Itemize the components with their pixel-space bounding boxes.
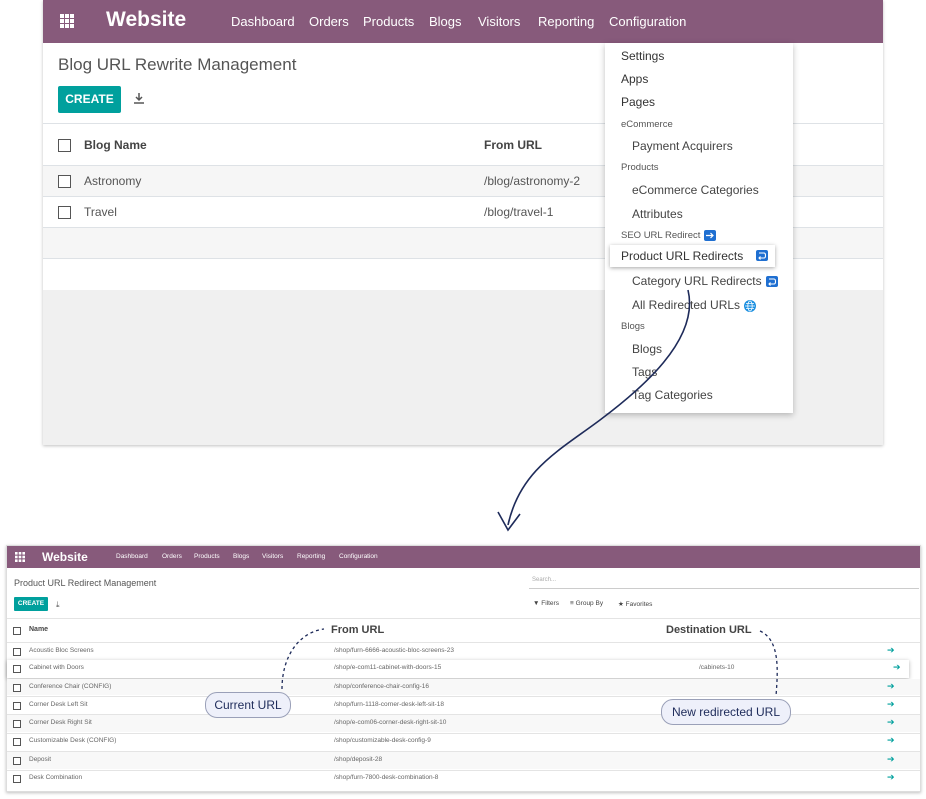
dotted-pointer-destination-url: [759, 630, 778, 697]
current-url-callout: Current URL: [205, 692, 291, 718]
new-redirected-url-callout: New redirected URL: [661, 699, 791, 725]
dotted-pointer-from-url: [281, 628, 325, 690]
curved-arrow: [507, 289, 691, 526]
annotation-arrows: [281, 289, 778, 697]
